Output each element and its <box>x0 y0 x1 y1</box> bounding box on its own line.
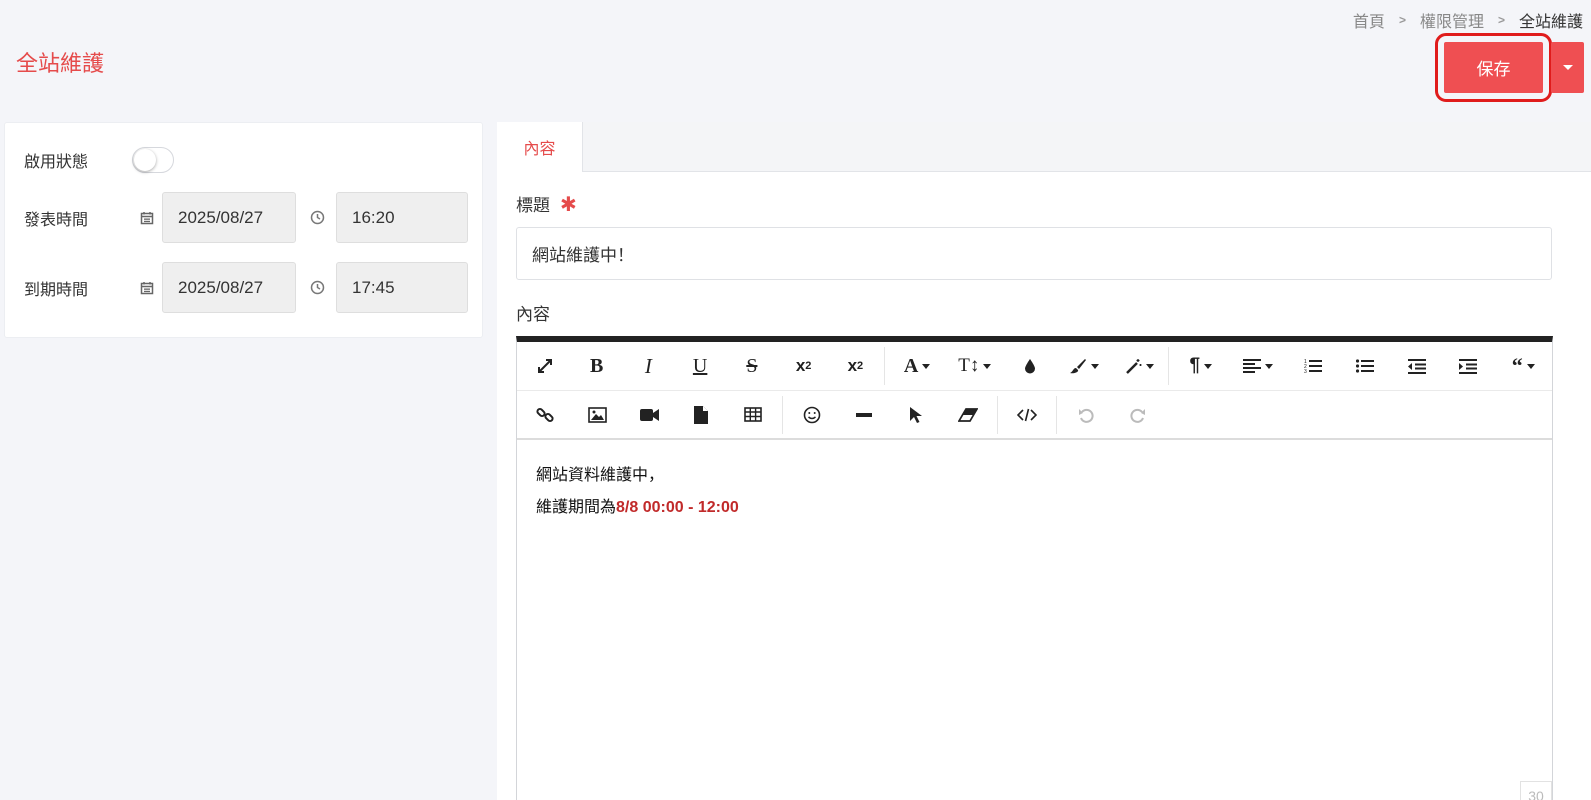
indent-icon[interactable] <box>1443 346 1495 386</box>
eraser-icon[interactable] <box>942 395 994 435</box>
outdent-icon[interactable] <box>1391 346 1443 386</box>
settings-card: 啟用狀態 發表時間 到期時間 <box>4 122 483 338</box>
required-icon: ✱ <box>560 194 577 216</box>
content-field-label: 內容 <box>516 305 550 324</box>
character-count: 30 <box>1520 781 1552 800</box>
video-icon[interactable] <box>623 395 675 435</box>
subscript-icon[interactable]: x2 <box>778 346 830 386</box>
undo-icon[interactable] <box>1060 395 1112 435</box>
rich-text-editor: B I U S x2 x2 A T↕ ¶ 1 2 3 “ 網站資料維護中， 維護… <box>516 336 1553 800</box>
clock-icon <box>302 210 332 225</box>
toolbar-divider <box>1167 347 1169 385</box>
underline-icon[interactable]: U <box>674 346 726 386</box>
expire-date-input[interactable] <box>162 262 296 313</box>
file-icon[interactable] <box>675 395 727 435</box>
superscript-icon[interactable]: x2 <box>830 346 882 386</box>
toolbar-divider <box>1056 395 1057 434</box>
paragraph-icon[interactable]: ¶ <box>1172 346 1230 386</box>
link-icon[interactable] <box>519 395 571 435</box>
quote-icon[interactable]: “ <box>1494 346 1552 386</box>
emoji-icon[interactable] <box>786 395 838 435</box>
redo-icon[interactable] <box>1112 395 1164 435</box>
bold-icon[interactable]: B <box>571 346 623 386</box>
breadcrumb-separator-icon: > <box>1497 13 1505 27</box>
expire-time-label: 到期時間 <box>24 281 89 299</box>
expire-time-input[interactable] <box>336 262 468 313</box>
breadcrumb-current: 全站維護 <box>1518 14 1583 31</box>
breadcrumb-separator-icon: > <box>1398 13 1406 27</box>
content-line: 維護期間為8/8 00:00 - 12:00 <box>536 499 739 516</box>
breadcrumb: 首頁 > 權限管理 > 全站維護 <box>1353 8 1583 32</box>
breadcrumb-home[interactable]: 首頁 <box>1353 8 1385 32</box>
font-size-icon[interactable]: T↕ <box>946 346 1004 386</box>
strikethrough-icon[interactable]: S <box>726 346 778 386</box>
ordered-list-icon[interactable]: 123 <box>1287 346 1339 386</box>
italic-icon[interactable]: I <box>623 346 675 386</box>
magic-wand-icon[interactable] <box>1113 346 1165 386</box>
editor-content[interactable]: 網站資料維護中， 維護期間為8/8 00:00 - 12:00 <box>517 440 1552 544</box>
breadcrumb-section[interactable]: 權限管理 <box>1420 8 1484 32</box>
content-line: 網站資料維護中， <box>536 467 665 484</box>
calendar-icon <box>132 281 162 295</box>
tab-bar: 內容 <box>497 122 1591 172</box>
publish-date-input[interactable] <box>162 192 296 243</box>
publish-time-label: 發表時間 <box>24 211 89 229</box>
toolbar-divider <box>997 395 998 434</box>
page-title: 全站維護 <box>16 51 105 76</box>
background-color-icon[interactable] <box>1055 346 1113 386</box>
fullscreen-icon[interactable] <box>519 346 571 386</box>
horizontal-rule-icon[interactable] <box>838 395 890 435</box>
align-icon[interactable] <box>1230 346 1288 386</box>
title-field-label: 標題 ✱ <box>516 194 577 216</box>
enable-status-label: 啟用狀態 <box>24 154 89 171</box>
table-icon[interactable] <box>727 395 779 435</box>
clock-icon <box>302 280 332 295</box>
save-button-group: 保存 <box>1435 33 1584 102</box>
toolbar-divider <box>782 395 783 434</box>
unordered-list-icon[interactable] <box>1339 346 1391 386</box>
calendar-icon <box>132 211 162 225</box>
content-panel: 內容 標題✱ 內容 B I U S x2 x2 A T↕ <box>497 122 1591 800</box>
pointer-icon[interactable] <box>890 395 942 435</box>
toolbar-divider <box>884 347 886 385</box>
highlighted-period: 8/8 00:00 - 12:00 <box>616 499 739 516</box>
enable-status-toggle[interactable] <box>132 147 174 173</box>
editor-toolbar: B I U S x2 x2 A T↕ ¶ 1 2 3 “ <box>517 342 1552 440</box>
toggle-knob <box>134 149 156 171</box>
title-input[interactable] <box>516 227 1552 280</box>
save-dropdown-button[interactable] <box>1551 42 1584 93</box>
code-view-icon[interactable] <box>1001 395 1053 435</box>
text-color-icon[interactable] <box>1004 346 1056 386</box>
tab-content[interactable]: 內容 <box>497 122 583 172</box>
save-button[interactable]: 保存 <box>1435 33 1552 102</box>
image-icon[interactable] <box>571 395 623 435</box>
publish-time-input[interactable] <box>336 192 468 243</box>
font-family-icon[interactable]: A <box>888 346 946 386</box>
caret-down-icon <box>1562 65 1573 70</box>
svg-text:3: 3 <box>1304 369 1307 374</box>
